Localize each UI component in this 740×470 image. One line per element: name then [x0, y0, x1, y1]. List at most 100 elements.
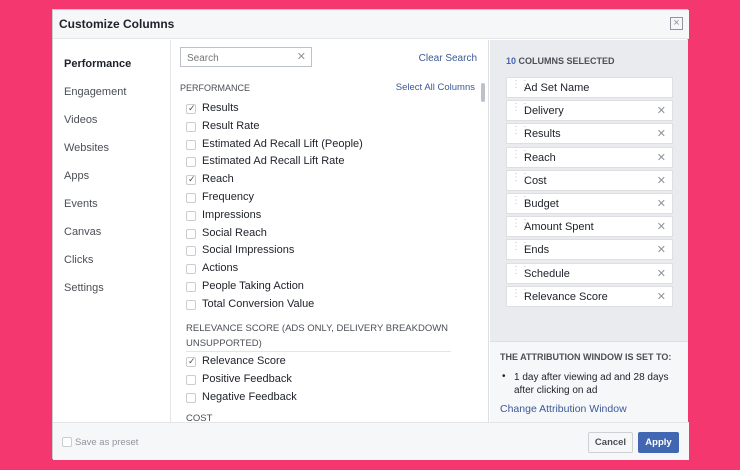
clear-input-icon[interactable]: ✕	[297, 50, 306, 63]
column-option-row[interactable]: Result Rate	[186, 119, 466, 135]
attribution-title: THE ATTRIBUTION WINDOW IS SET TO:	[500, 352, 672, 362]
close-icon[interactable]: ×	[670, 17, 683, 30]
nav-item-apps[interactable]: Apps	[64, 170, 89, 182]
preset-label: Save as preset	[75, 437, 139, 448]
bullet-icon: •	[502, 371, 506, 382]
column-option-label: People Taking Action	[202, 280, 304, 292]
column-option-row[interactable]: Estimated Ad Recall Lift (People)	[186, 137, 466, 153]
selected-column-label: Relevance Score	[524, 290, 608, 303]
column-option-row[interactable]: Total Conversion Value	[186, 297, 466, 313]
nav-item-events[interactable]: Events	[64, 198, 98, 210]
remove-icon[interactable]: ✕	[657, 267, 666, 280]
column-option-row[interactable]: Estimated Ad Recall Lift Rate	[186, 154, 466, 170]
selected-column-label: Ends	[524, 244, 550, 257]
checkbox[interactable]	[186, 121, 196, 132]
nav-item-settings[interactable]: Settings	[64, 282, 104, 294]
nav-item-canvas[interactable]: Canvas	[64, 226, 101, 238]
nav-item-engagement[interactable]: Engagement	[64, 86, 126, 98]
selected-column-item[interactable]: ⋮⋮ Schedule ✕	[506, 262, 673, 284]
cost-section-header: COST	[186, 413, 213, 422]
selected-column-item[interactable]: ⋮⋮ Relevance Score ✕	[506, 285, 673, 307]
column-option-label: Frequency	[202, 191, 254, 203]
column-option-label: Social Reach	[202, 226, 267, 239]
cancel-button[interactable]: Cancel	[588, 432, 633, 453]
column-option-row[interactable]: Impressions	[186, 208, 466, 224]
customize-columns-dialog: Customize Columns × Performance Engageme…	[52, 9, 689, 460]
checkbox[interactable]	[186, 193, 196, 203]
column-option-row[interactable]: Frequency	[186, 190, 466, 206]
checkbox[interactable]	[186, 393, 196, 403]
column-option-label: Results	[202, 102, 239, 114]
column-checkbox-list: PERFORMANCE Select All Columns Results Re…	[171, 79, 488, 422]
checkbox[interactable]	[186, 228, 196, 239]
column-option-label: Estimated Ad Recall Lift (People)	[202, 137, 363, 150]
selected-column-label: Results	[524, 128, 561, 141]
selected-column-label: Amount Spent	[524, 221, 594, 234]
checked-checkbox[interactable]	[186, 356, 196, 367]
checkbox[interactable]	[186, 375, 196, 385]
selected-column-label: Budget	[524, 198, 559, 210]
search-input[interactable]	[181, 49, 291, 68]
selected-column-label: Cost	[524, 174, 547, 187]
checkbox[interactable]	[186, 246, 196, 257]
checkbox[interactable]	[186, 210, 196, 221]
remove-icon[interactable]: ✕	[657, 243, 666, 256]
selected-column-item[interactable]: ⋮⋮ Amount Spent ✕	[506, 216, 673, 238]
attribution-text: 1 day after viewing ad and 28 days after…	[514, 372, 669, 396]
selected-label: COLUMNS SELECTED	[518, 56, 615, 66]
remove-icon[interactable]: ✕	[657, 220, 666, 233]
checkbox[interactable]	[186, 299, 196, 310]
list-scrollbar[interactable]	[481, 83, 485, 102]
checkbox[interactable]	[186, 157, 196, 168]
preset-checkbox[interactable]	[62, 437, 72, 447]
remove-icon[interactable]: ✕	[657, 174, 666, 187]
column-option-row[interactable]: Negative Feedback	[186, 390, 466, 406]
column-option-row[interactable]: Social Impressions	[186, 243, 466, 259]
remove-icon[interactable]: ✕	[657, 104, 666, 117]
attribution-window-box: THE ATTRIBUTION WINDOW IS SET TO: • 1 da…	[490, 341, 688, 422]
nav-item-performance[interactable]: Performance	[64, 58, 131, 70]
nav-item-clicks[interactable]: Clicks	[64, 254, 93, 266]
column-option-row[interactable]: Social Reach	[186, 226, 466, 242]
column-option-row[interactable]: Actions	[186, 261, 466, 277]
column-option-row[interactable]: Reach	[186, 172, 466, 188]
selected-column-item[interactable]: ⋮⋮ Ends ✕	[506, 239, 673, 261]
nav-item-websites[interactable]: Websites	[64, 142, 109, 154]
remove-icon[interactable]: ✕	[657, 290, 666, 303]
section-title: PERFORMANCE	[180, 83, 251, 93]
selected-column-label: Reach	[524, 151, 556, 164]
checkbox[interactable]	[186, 282, 196, 292]
selected-column-item[interactable]: ⋮⋮ Delivery ✕	[506, 100, 673, 122]
column-option-row[interactable]: Positive Feedback	[186, 372, 466, 388]
select-all-columns-link[interactable]: Select All Columns	[396, 82, 475, 93]
column-option-label: Relevance Score	[202, 355, 286, 367]
apply-button[interactable]: Apply	[638, 432, 679, 453]
selected-count-header: 10 COLUMNS SELECTED	[506, 56, 615, 66]
selected-column-item[interactable]: ⋮⋮ Ad Set Name	[506, 77, 673, 98]
dialog-title: Customize Columns	[59, 17, 175, 31]
change-attribution-window-link[interactable]: Change Attribution Window	[500, 403, 627, 415]
checked-checkbox[interactable]	[186, 103, 196, 114]
selected-column-item[interactable]: ⋮⋮ Cost ✕	[506, 169, 673, 191]
selected-column-item[interactable]: ⋮⋮ Reach ✕	[506, 146, 673, 168]
column-list-panel: ✕ Clear Search PERFORMANCE Select All Co…	[171, 40, 489, 422]
remove-icon[interactable]: ✕	[657, 151, 666, 164]
selected-column-item[interactable]: ⋮⋮ Budget ✕	[506, 193, 673, 214]
divider	[186, 351, 451, 352]
checkbox[interactable]	[186, 139, 196, 150]
column-option-row[interactable]: Results	[186, 101, 466, 117]
checked-checkbox[interactable]	[186, 174, 196, 186]
checkbox[interactable]	[186, 264, 196, 275]
column-option-row[interactable]: Relevance Score	[186, 354, 466, 370]
remove-icon[interactable]: ✕	[657, 197, 666, 210]
selected-count: 10	[506, 56, 517, 66]
clear-search-link[interactable]: Clear Search	[419, 53, 477, 64]
selected-column-item[interactable]: ⋮⋮ Results ✕	[506, 123, 673, 145]
column-option-label: Result Rate	[202, 119, 260, 132]
dialog-footer: Save as preset Cancel Apply	[53, 422, 689, 460]
column-option-row[interactable]: People Taking Action	[186, 279, 466, 295]
dialog-header: Customize Columns ×	[53, 10, 689, 39]
remove-icon[interactable]: ✕	[657, 127, 666, 140]
nav-item-videos[interactable]: Videos	[64, 114, 97, 126]
column-option-label: Social Impressions	[202, 244, 295, 257]
